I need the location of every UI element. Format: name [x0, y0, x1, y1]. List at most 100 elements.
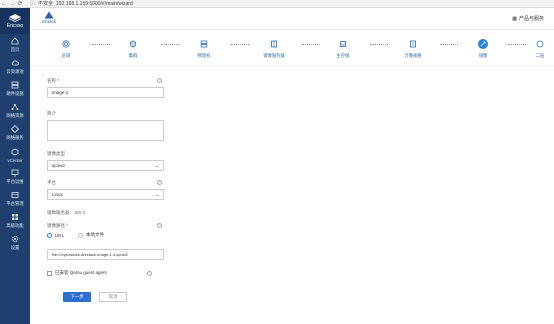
- path-label: 镜像路径 *: [47, 223, 69, 228]
- image-path-input[interactable]: file:///opt/zstack-iii/zstack-image-1.4.…: [47, 249, 164, 260]
- help-icon[interactable]: ?: [146, 270, 152, 276]
- forward-button[interactable]: →: [8, 0, 16, 8]
- server-icon: [11, 81, 19, 89]
- products-services-link[interactable]: ▦ 产品与服务: [512, 15, 544, 23]
- browser-toolbar: ← → ⟳ ⓘ 不安全 192.168.1.159:5000/#/main/wi…: [0, 0, 554, 8]
- path-row: 镜像路径 * ? URL 本地文件: [47, 223, 162, 238]
- step-label: 镜像服务器: [263, 53, 285, 58]
- step-label: 镜像: [478, 53, 488, 58]
- step-host[interactable]: 物理机: [182, 39, 226, 59]
- image-type-value: qcow2: [52, 163, 66, 168]
- sidebar-item-label: 首页: [10, 47, 20, 52]
- sidebar-logo-label: Ericsso: [6, 22, 24, 29]
- host-icon: [199, 39, 209, 49]
- step-cluster[interactable]: 集群: [111, 39, 155, 59]
- sidebar-item-settings[interactable]: 设置: [0, 232, 30, 254]
- url-text: 192.168.1.159:5000/#/main/wizard: [56, 0, 133, 7]
- cancel-button[interactable]: 取消: [99, 292, 127, 302]
- next-button[interactable]: 下一步: [63, 292, 91, 302]
- sidebar: Ericsso 首页 云资源池 硬件设施 网络资源 网络服务 vCenter 平…: [0, 8, 30, 324]
- sidebar-item-hardware[interactable]: 硬件设施: [0, 78, 30, 100]
- security-label: 不安全: [38, 1, 54, 7]
- backup-storage-row: 镜像服务器： BS-1: [47, 210, 85, 216]
- step-connector: [440, 44, 458, 45]
- sidebar-item-service[interactable]: 网络服务: [0, 122, 30, 144]
- sidebar-item-ops[interactable]: 平台运维: [0, 166, 30, 188]
- sidebar-item-manage[interactable]: 平台管理: [0, 188, 30, 210]
- instance-offering-icon: [408, 39, 418, 49]
- step-instance-offering[interactable]: 计算规格: [391, 39, 435, 59]
- name-label: 名称 *: [47, 78, 60, 83]
- local-file-radio[interactable]: 本地文件: [78, 232, 104, 238]
- step-primary-storage[interactable]: 主存储: [321, 39, 365, 59]
- backup-storage-icon: [269, 39, 279, 49]
- step-zone[interactable]: 区域: [44, 39, 88, 59]
- step-l2-network[interactable]: 二层: [526, 39, 554, 59]
- agent-label: 已安装 Qemu guest agent: [55, 270, 107, 275]
- step-label: 物理机: [197, 53, 211, 58]
- sidebar-item-vcenter[interactable]: vCenter: [0, 144, 30, 166]
- radio-selected-icon: [47, 232, 52, 238]
- vcenter-icon: [11, 148, 19, 155]
- products-services-label: 产品与服务: [518, 16, 544, 22]
- reload-button[interactable]: ⟳: [16, 0, 24, 8]
- step-label: 区域: [61, 53, 71, 58]
- type-row: 镜像类型 qcow2 ⌄: [47, 151, 164, 171]
- step-connector: [161, 44, 179, 45]
- name-input[interactable]: image-1: [47, 87, 164, 98]
- address-bar[interactable]: ⓘ 不安全 192.168.1.159:5000/#/main/wizard: [30, 0, 133, 8]
- sidebar-item-label: 云资源池: [6, 69, 24, 74]
- url-radio[interactable]: URL: [47, 232, 65, 238]
- desc-label: 简介: [47, 111, 56, 116]
- advanced-icon: [12, 214, 18, 220]
- service-icon: [11, 125, 19, 133]
- sidebar-item-label: 网络服务: [6, 135, 24, 140]
- help-icon[interactable]: ?: [157, 223, 162, 228]
- back-button[interactable]: ←: [0, 0, 8, 8]
- sidebar-item-label: vCenter: [7, 157, 23, 163]
- zone-icon: [61, 39, 71, 49]
- sidebar-item-advanced[interactable]: 高级功能: [0, 210, 30, 232]
- info-icon: ⓘ: [30, 1, 36, 7]
- platform-row: 平台 ? Linux ⌄: [47, 180, 164, 200]
- step-backup-storage[interactable]: 镜像服务器: [252, 39, 296, 59]
- radio-empty-icon: [78, 232, 84, 238]
- url-radio-label: URL: [55, 232, 65, 238]
- chevron-down-icon: ⌄: [155, 191, 159, 197]
- brand-logo[interactable]: ZStack: [42, 11, 56, 24]
- step-connector: [508, 44, 526, 45]
- platform-label: 平台: [47, 180, 56, 185]
- step-label: 主存储: [336, 53, 350, 58]
- cube-logo-icon: [9, 13, 21, 22]
- help-icon[interactable]: ?: [157, 180, 162, 185]
- sidebar-logo[interactable]: Ericsso: [0, 8, 30, 34]
- backup-storage-value: BS-1: [75, 210, 86, 215]
- sidebar-item-cloud[interactable]: 云资源池: [0, 56, 30, 78]
- step-label: 计算规格: [404, 53, 422, 58]
- description-textarea[interactable]: [47, 120, 164, 141]
- platform-select[interactable]: Linux ⌄: [47, 189, 164, 200]
- manage-icon: [11, 192, 19, 198]
- step-image[interactable]: 镜像: [461, 39, 505, 59]
- path-input-row: file:///opt/zstack-iii/zstack-image-1.4.…: [47, 249, 164, 260]
- name-row: 名称 * ? image-1: [47, 78, 164, 98]
- sidebar-item-label: 网络资源: [6, 113, 24, 118]
- sidebar-item-label: 平台运维: [6, 179, 24, 184]
- sidebar-item-label: 平台管理: [6, 201, 24, 206]
- step-label: 二层: [535, 53, 545, 58]
- image-type-select[interactable]: qcow2 ⌄: [47, 160, 164, 171]
- step-connector: [370, 44, 388, 45]
- type-label: 镜像类型: [47, 151, 65, 156]
- step-connector: [231, 44, 249, 45]
- agent-row: 已安装 Qemu guest agent ?: [47, 270, 152, 276]
- cloud-icon: [11, 60, 19, 66]
- help-icon[interactable]: ?: [157, 78, 162, 83]
- agent-checkbox[interactable]: [47, 270, 52, 276]
- sidebar-item-label: 硬件设施: [6, 91, 24, 96]
- sidebar-item-home[interactable]: 首页: [0, 34, 30, 56]
- monitor-icon: [11, 169, 19, 177]
- sidebar-item-network[interactable]: 网络资源: [0, 100, 30, 122]
- platform-value: Linux: [52, 192, 63, 197]
- grid-icon: ▦: [512, 15, 517, 22]
- local-file-radio-label: 本地文件: [86, 232, 105, 237]
